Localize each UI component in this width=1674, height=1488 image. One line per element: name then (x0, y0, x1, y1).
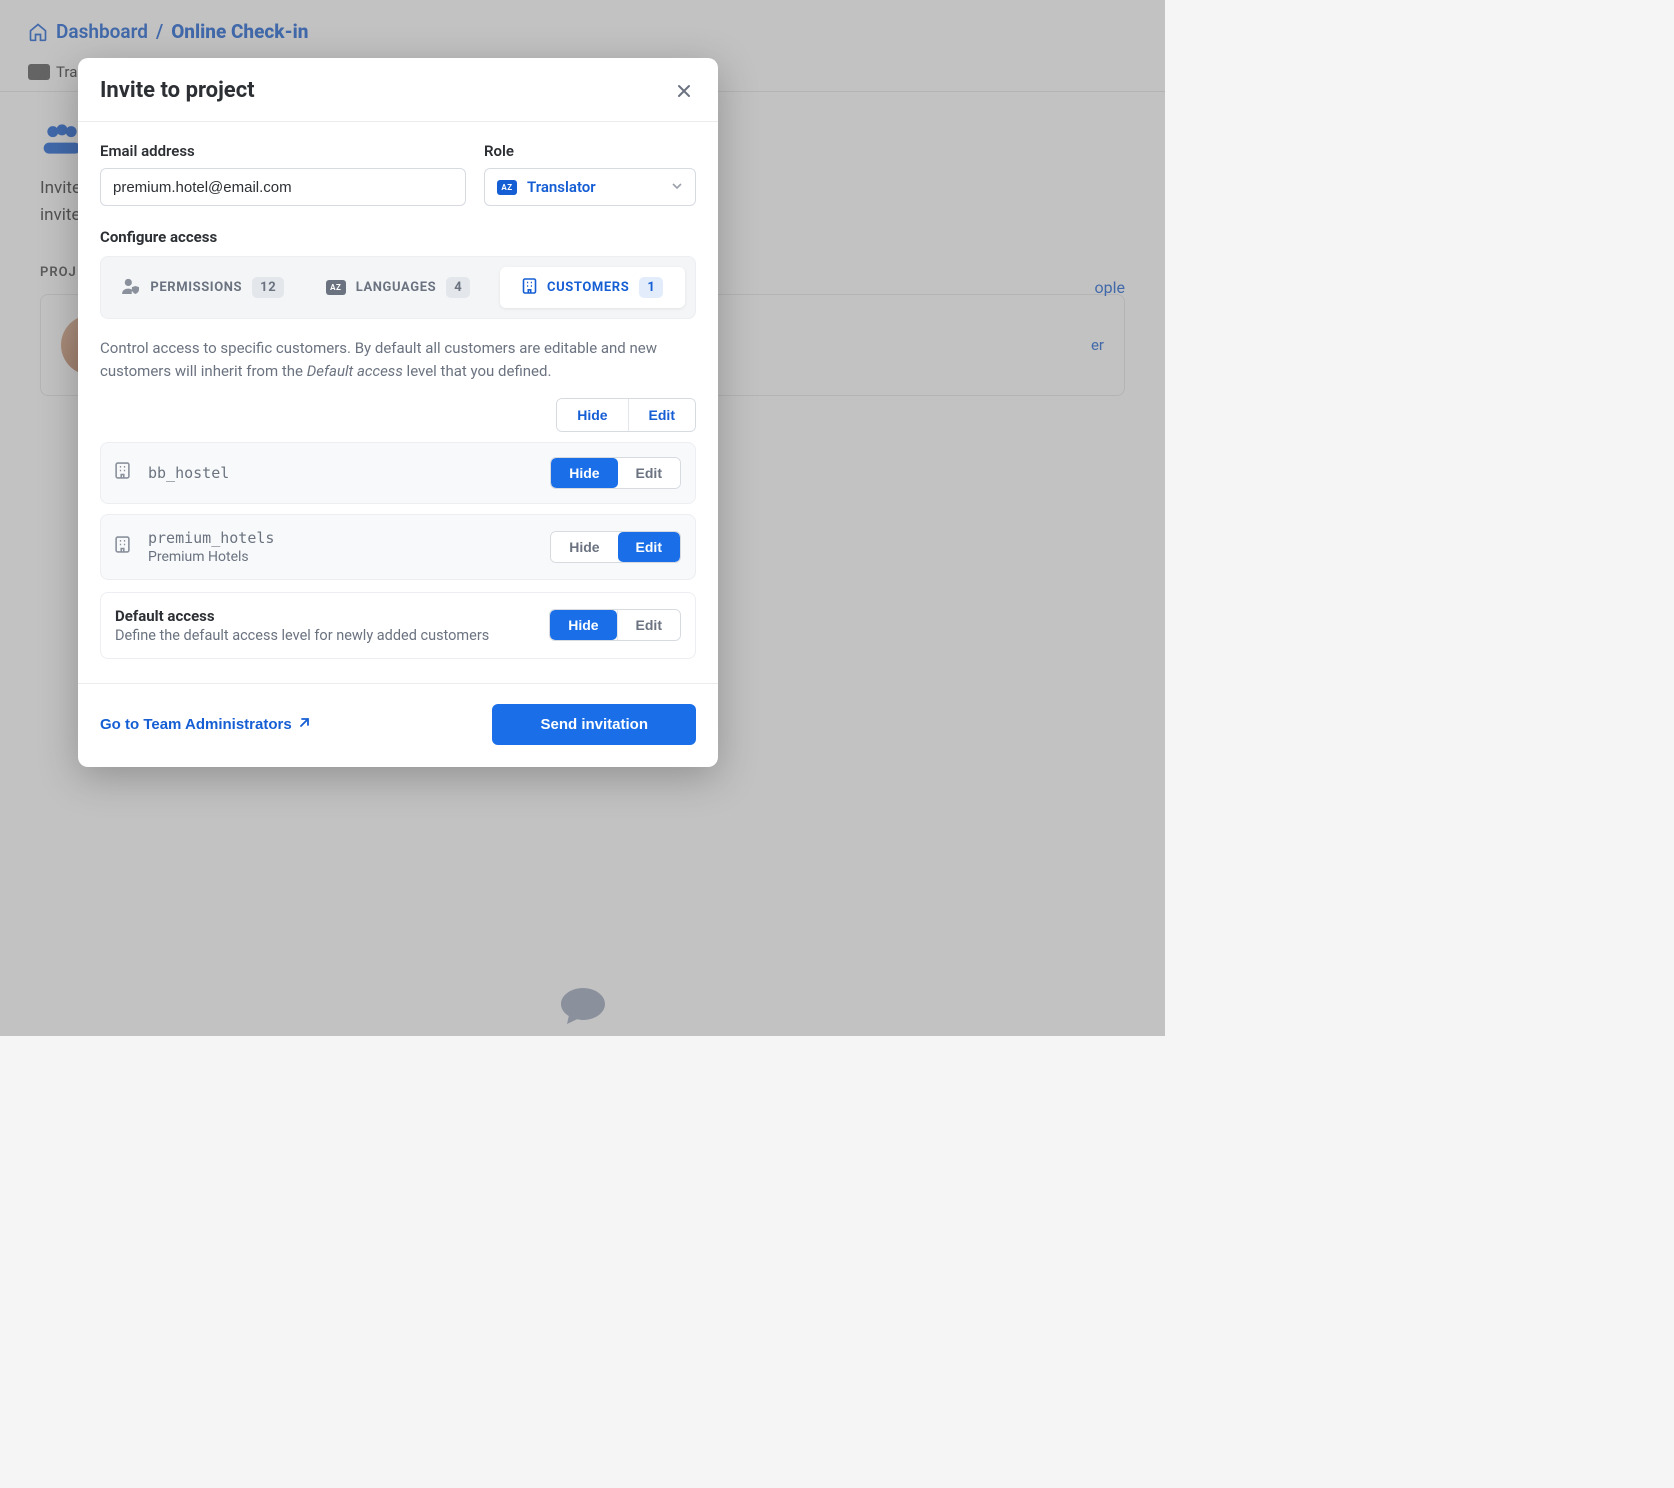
invite-modal: Invite to project Email address Role AZ … (78, 58, 718, 767)
bulk-hide-button[interactable]: Hide (557, 399, 627, 431)
default-hide-button[interactable]: Hide (550, 610, 616, 640)
customer-row: premium_hotels Premium Hotels Hide Edit (100, 514, 696, 580)
default-access-row: Default access Define the default access… (100, 592, 696, 659)
translate-icon: AZ (326, 280, 346, 295)
customer-edit-button[interactable]: Edit (618, 532, 680, 562)
configure-access-title: Configure access (100, 228, 696, 246)
access-tabs: PERMISSIONS 12 AZ LANGUAGES 4 CUSTOMERS … (100, 256, 696, 319)
tab-customers-label: CUSTOMERS (547, 280, 629, 295)
translate-icon: AZ (497, 180, 517, 195)
customer-name: Premium Hotels (148, 549, 274, 565)
desc-suffix: level that you defined. (403, 362, 552, 380)
tab-languages-count: 4 (446, 277, 470, 298)
role-label: Role (484, 142, 696, 160)
role-select[interactable]: AZ Translator (484, 168, 696, 206)
modal-footer: Go to Team Administrators Send invitatio… (78, 683, 718, 767)
desc-em: Default access (307, 362, 403, 380)
close-button[interactable] (672, 79, 696, 103)
tab-permissions-label: PERMISSIONS (150, 280, 242, 295)
bulk-edit-button[interactable]: Edit (628, 399, 695, 431)
default-toggle: Hide Edit (549, 609, 681, 641)
customer-toggle: Hide Edit (550, 457, 681, 489)
customers-description: Control access to specific customers. By… (100, 337, 696, 384)
role-value: Translator (527, 178, 596, 196)
external-link-icon (298, 716, 310, 733)
default-access-title: Default access (115, 607, 489, 625)
customer-code: bb_hostel (148, 464, 229, 482)
tab-languages-label: LANGUAGES (356, 280, 437, 295)
customer-edit-button[interactable]: Edit (618, 458, 680, 488)
modal-header: Invite to project (78, 58, 718, 122)
send-invitation-button[interactable]: Send invitation (492, 704, 696, 745)
building-icon (115, 462, 130, 483)
chat-bubble-icon[interactable] (559, 986, 607, 1030)
bulk-toggle: Hide Edit (556, 398, 696, 432)
bulk-toggle-row: Hide Edit (100, 398, 696, 432)
customer-code: premium_hotels (148, 529, 274, 547)
customer-hide-button[interactable]: Hide (551, 458, 617, 488)
tab-permissions-count: 12 (252, 277, 284, 298)
default-edit-button[interactable]: Edit (617, 610, 680, 640)
customer-row: bb_hostel Hide Edit (100, 442, 696, 504)
customer-toggle: Hide Edit (550, 531, 681, 563)
chevron-down-icon (671, 178, 683, 196)
modal-title: Invite to project (100, 78, 255, 103)
person-shield-icon (122, 278, 140, 298)
close-icon (676, 83, 692, 99)
tab-customers[interactable]: CUSTOMERS 1 (500, 267, 685, 308)
modal-body: Email address Role AZ Translator Configu… (78, 122, 718, 659)
tab-languages[interactable]: AZ LANGUAGES 4 (306, 267, 491, 308)
default-access-subtitle: Define the default access level for newl… (115, 627, 489, 644)
customer-hide-button[interactable]: Hide (551, 532, 617, 562)
building-icon (522, 278, 537, 298)
tab-customers-count: 1 (639, 277, 663, 298)
team-admins-label: Go to Team Administrators (100, 716, 292, 733)
email-label: Email address (100, 142, 466, 160)
email-field[interactable] (100, 168, 466, 206)
team-admins-link[interactable]: Go to Team Administrators (100, 716, 310, 733)
tab-permissions[interactable]: PERMISSIONS 12 (111, 267, 296, 308)
building-icon (115, 536, 130, 557)
